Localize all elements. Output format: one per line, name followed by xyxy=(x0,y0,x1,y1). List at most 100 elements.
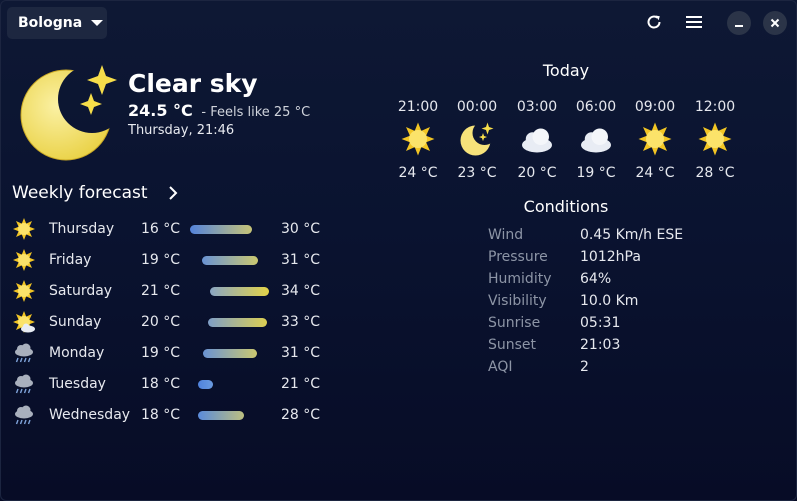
condition-value: 10.0 Km xyxy=(580,293,639,309)
minimize-icon xyxy=(735,25,743,27)
moon-stars-icon xyxy=(20,65,117,161)
temperature-range-bar xyxy=(203,349,257,358)
condition-row-sunset: Sunset 21:03 xyxy=(488,337,748,357)
day-name: Saturday xyxy=(49,283,113,299)
day-name: Monday xyxy=(49,345,105,361)
hour-time: 12:00 xyxy=(694,99,736,115)
day-name: Friday xyxy=(49,252,92,268)
hour-temp: 24 °C xyxy=(398,165,438,181)
day-max-temp: 28 °C xyxy=(281,407,321,423)
chevron-right-icon xyxy=(168,186,177,200)
moon-stars-icon xyxy=(460,122,494,156)
caret-down-icon xyxy=(91,20,104,26)
rain-cloud-icon xyxy=(15,405,33,425)
condition-value: 2 xyxy=(580,359,589,375)
location-dropdown[interactable]: Bologna xyxy=(7,7,107,39)
forecast-day-row: Tuesday 18 °C 21 °C xyxy=(1,372,361,396)
hourly-forecast-item: 00:00 23 °C xyxy=(447,99,507,181)
temperature-range-bar xyxy=(198,411,244,420)
sun-icon xyxy=(698,122,732,156)
day-name: Wednesday xyxy=(49,407,131,423)
hour-temp: 19 °C xyxy=(576,165,616,181)
condition-value: 05:31 xyxy=(580,315,621,331)
sun-icon xyxy=(638,122,672,156)
hour-temp: 28 °C xyxy=(695,165,735,181)
condition-value: 0.45 Km/h ESE xyxy=(580,227,684,243)
day-name: Tuesday xyxy=(49,376,106,392)
day-min-temp: 21 °C xyxy=(141,283,181,299)
feels-like: - Feels like 25 °C xyxy=(201,105,311,120)
condition-value: 1012hPa xyxy=(580,249,641,265)
hourly-forecast-item: 09:00 24 °C xyxy=(625,99,685,181)
hour-time: 03:00 xyxy=(516,99,558,115)
hour-temp: 24 °C xyxy=(635,165,675,181)
condition-label: Pressure xyxy=(488,249,548,265)
weekly-forecast-title: Weekly forecast xyxy=(12,183,148,203)
hourly-forecast-item: 03:00 20 °C xyxy=(507,99,567,181)
condition-row-visibility: Visibility 10.0 Km xyxy=(488,293,748,313)
hourly-forecast-item: 21:00 24 °C xyxy=(388,99,448,181)
day-max-temp: 30 °C xyxy=(281,221,321,237)
day-min-temp: 19 °C xyxy=(141,345,181,361)
forecast-day-row: Monday 19 °C 31 °C xyxy=(1,341,361,365)
condition-row-sunrise: Sunrise 05:31 xyxy=(488,315,748,335)
day-min-temp: 19 °C xyxy=(141,252,181,268)
forecast-day-row: Saturday 21 °C 34 °C xyxy=(1,279,361,303)
temperature-range-bar xyxy=(198,380,213,389)
rain-cloud-icon xyxy=(15,343,33,363)
condition-label: Sunrise xyxy=(488,315,541,331)
temperature-range-bar xyxy=(208,318,267,327)
cloud-icon xyxy=(581,128,611,153)
day-min-temp: 18 °C xyxy=(141,407,181,423)
day-max-temp: 31 °C xyxy=(281,345,321,361)
forecast-day-row: Thursday 16 °C 30 °C xyxy=(1,217,361,241)
temperature-range-bar xyxy=(202,256,258,265)
location-label: Bologna xyxy=(18,15,83,31)
current-temperature: 24.5 °C xyxy=(128,101,193,120)
hamburger-menu-icon xyxy=(686,16,702,28)
forecast-day-row: Sunday 20 °C 33 °C xyxy=(1,310,361,334)
sun-icon xyxy=(13,280,35,302)
hour-time: 09:00 xyxy=(634,99,676,115)
close-icon xyxy=(770,18,780,28)
day-name: Thursday xyxy=(49,221,115,237)
condition-row-wind: Wind 0.45 Km/h ESE xyxy=(488,227,748,247)
temperature-range-bar xyxy=(210,287,269,296)
sun-icon xyxy=(13,218,35,240)
day-min-temp: 16 °C xyxy=(141,221,181,237)
current-condition: Clear sky xyxy=(128,69,258,98)
today-title: Today xyxy=(542,61,590,80)
refresh-button[interactable] xyxy=(642,10,666,34)
condition-label: AQI xyxy=(488,359,513,375)
temperature-range-bar xyxy=(190,225,252,234)
current-temperature-line: 24.5 °C - Feels like 25 °C xyxy=(128,101,310,120)
close-button[interactable] xyxy=(763,11,787,35)
sun-icon xyxy=(401,122,435,156)
day-max-temp: 33 °C xyxy=(281,314,321,330)
day-min-temp: 18 °C xyxy=(141,376,181,392)
condition-row-humidity: Humidity 64% xyxy=(488,271,748,291)
condition-label: Sunset xyxy=(488,337,537,353)
rain-cloud-icon xyxy=(15,374,33,394)
minimize-button[interactable] xyxy=(727,11,751,35)
condition-value: 64% xyxy=(580,271,612,287)
condition-row-pressure: Pressure 1012hPa xyxy=(488,249,748,269)
main-menu-button[interactable] xyxy=(682,10,706,34)
day-name: Sunday xyxy=(49,314,102,330)
hourly-forecast-item: 12:00 28 °C xyxy=(685,99,745,181)
sun-icon xyxy=(13,249,35,271)
hour-time: 00:00 xyxy=(456,99,498,115)
day-max-temp: 34 °C xyxy=(281,283,321,299)
sun-cloud-icon xyxy=(13,311,35,333)
current-datetime: Thursday, 21:46 xyxy=(128,123,235,138)
forecast-day-row: Wednesday 18 °C 28 °C xyxy=(1,403,361,427)
hour-temp: 23 °C xyxy=(457,165,497,181)
day-max-temp: 21 °C xyxy=(281,376,321,392)
condition-label: Visibility xyxy=(488,293,547,309)
weekly-forecast-header[interactable]: Weekly forecast xyxy=(12,183,178,203)
condition-value: 21:03 xyxy=(580,337,621,353)
condition-label: Humidity xyxy=(488,271,552,287)
hour-temp: 20 °C xyxy=(517,165,557,181)
weather-window: Bologna Clear sky 24.5 °C - Feels like 2… xyxy=(0,0,797,501)
conditions-title: Conditions xyxy=(523,197,609,216)
